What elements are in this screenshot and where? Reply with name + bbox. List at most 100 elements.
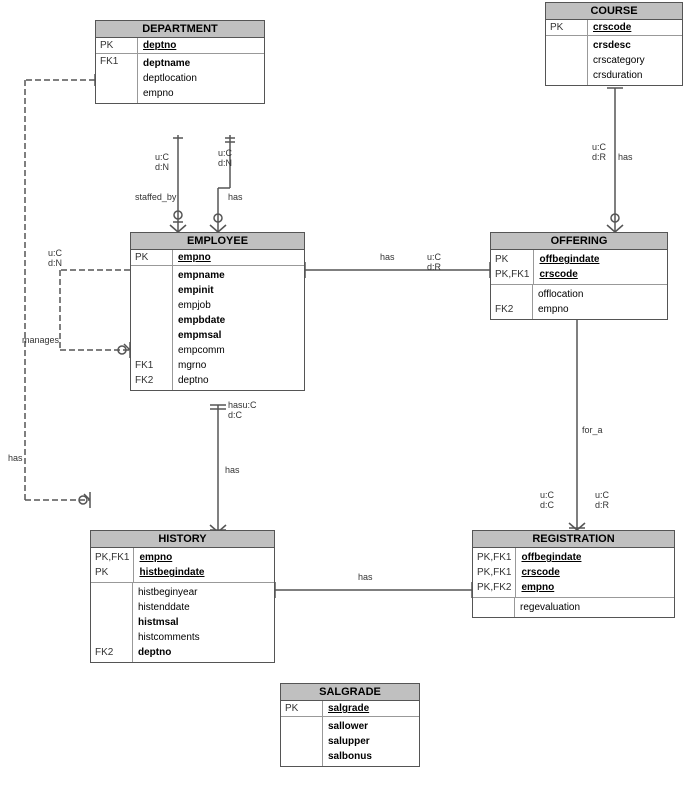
registration-title: REGISTRATION bbox=[473, 531, 674, 548]
hist-empty2 bbox=[95, 600, 128, 615]
er-diagram: DEPARTMENT PK deptno FK1 deptname deptlo… bbox=[0, 0, 690, 803]
reg-attr-crscode: crscode bbox=[521, 565, 581, 580]
employee-fk1-label bbox=[135, 268, 168, 283]
reg-pk-fk2-label: PK,FK2 bbox=[477, 580, 511, 595]
department-pk-label: PK bbox=[96, 38, 138, 53]
history-pk-attrs: empno histbegindate bbox=[134, 548, 209, 582]
course-pk-value: crscode bbox=[593, 22, 631, 33]
history-pk-labels: PK,FK1 PK bbox=[91, 548, 134, 582]
hist-attr-histbeginyear: histbeginyear bbox=[138, 585, 200, 600]
salgrade-pk-attr: salgrade bbox=[323, 701, 374, 716]
department-fk-label: FK1 bbox=[96, 54, 138, 103]
card-emp-off-left: u:Cd:R bbox=[427, 252, 441, 272]
off-pk-label1: PK bbox=[495, 252, 529, 267]
hist-pk-label: PK bbox=[95, 565, 129, 580]
course-entity: COURSE PK crscode crsdesc crscategory cr… bbox=[545, 2, 683, 86]
hist-attr-histenddate: histenddate bbox=[138, 600, 200, 615]
label-has-offering: has bbox=[380, 252, 395, 262]
department-attrs: deptname deptlocation empno bbox=[138, 54, 202, 103]
employee-title: EMPLOYEE bbox=[131, 233, 304, 250]
employee-fk1b-label bbox=[135, 283, 168, 298]
history-fk-label: FK2 bbox=[91, 583, 133, 662]
salgrade-pk-label: PK bbox=[281, 701, 323, 716]
course-attr-crsdesc: crsdesc bbox=[593, 38, 645, 53]
hist-empty3 bbox=[95, 615, 128, 630]
label-manages: manages bbox=[22, 335, 59, 345]
employee-pk-value: empno bbox=[178, 252, 211, 263]
course-pk-attr: crscode bbox=[588, 20, 636, 35]
dept-attr-deptname: deptname bbox=[143, 56, 197, 71]
employee-fk2-label: FK2 bbox=[135, 373, 168, 388]
off-fk2-label: FK2 bbox=[495, 302, 528, 317]
course-attrs: crsdesc crscategory crsduration bbox=[588, 36, 650, 85]
card-emp-hist: hasu:Cd:C bbox=[228, 400, 257, 420]
offering-pk-attrs: offbegindate crscode bbox=[534, 250, 604, 284]
department-entity: DEPARTMENT PK deptno FK1 deptname deptlo… bbox=[95, 20, 265, 104]
offering-title: OFFERING bbox=[491, 233, 667, 250]
emp-attr-mgrno: mgrno bbox=[178, 358, 225, 373]
sal-attr-sallower: sallower bbox=[328, 719, 372, 734]
card-dept-emp-left: u:Cd:N bbox=[155, 152, 169, 172]
reg-attr-offbegindate: offbegindate bbox=[521, 550, 581, 565]
card-course-off: u:Cd:R bbox=[592, 142, 606, 162]
card-off-reg-left: u:Cd:C bbox=[540, 490, 554, 510]
emp-attr-empmsal: empmsal bbox=[178, 328, 225, 343]
course-empty-label bbox=[546, 36, 588, 85]
emp-attr-empinit: empinit bbox=[178, 283, 225, 298]
card-off-reg-right: u:Cd:R bbox=[595, 490, 609, 510]
label-has-left: has bbox=[8, 453, 23, 463]
history-entity: HISTORY PK,FK1 PK empno histbegindate FK… bbox=[90, 530, 275, 663]
employee-fk1d-label bbox=[135, 313, 168, 328]
employee-fk1g-label: FK1 bbox=[135, 358, 168, 373]
course-pk-label: PK bbox=[546, 20, 588, 35]
off-attr-empno: empno bbox=[538, 302, 583, 317]
reg-pk-labels: PK,FK1 PK,FK1 PK,FK2 bbox=[473, 548, 516, 597]
employee-attrs: empname empinit empjob empbdate empmsal … bbox=[173, 266, 230, 390]
reg-pk-fk1-label1: PK,FK1 bbox=[477, 550, 511, 565]
label-has-hist: has bbox=[225, 465, 240, 475]
salgrade-attrs: sallower salupper salbonus bbox=[323, 717, 377, 766]
off-attr-offbegindate: offbegindate bbox=[539, 252, 599, 267]
card-dept-emp-right: u:Cd:N bbox=[218, 148, 232, 168]
employee-pk-attr: empno bbox=[173, 250, 216, 265]
employee-entity: EMPLOYEE PK empno FK1 FK2 empname empini… bbox=[130, 232, 305, 391]
label-has-reg: has bbox=[358, 572, 373, 582]
hist-attr-histbegindate: histbegindate bbox=[139, 565, 204, 580]
emp-attr-empcomm: empcomm bbox=[178, 343, 225, 358]
history-title: HISTORY bbox=[91, 531, 274, 548]
salgrade-empty-label bbox=[281, 717, 323, 766]
off-attr-crscode: crscode bbox=[539, 267, 599, 282]
hist-attr-histcomments: histcomments bbox=[138, 630, 200, 645]
employee-pk-label: PK bbox=[131, 250, 173, 265]
hist-pk-fk1-label: PK,FK1 bbox=[95, 550, 129, 565]
reg-empty-label bbox=[473, 598, 515, 617]
offering-fk-label: FK2 bbox=[491, 285, 533, 319]
reg-attr-regevaluation: regevaluation bbox=[520, 600, 580, 615]
reg-pk-fk1-label2: PK,FK1 bbox=[477, 565, 511, 580]
department-pk-value: deptno bbox=[143, 40, 176, 51]
emp-attr-empname: empname bbox=[178, 268, 225, 283]
emp-attr-empbdate: empbdate bbox=[178, 313, 225, 328]
hist-fk2-label: FK2 bbox=[95, 645, 128, 660]
off-pk-label2: PK,FK1 bbox=[495, 267, 529, 282]
label-for-a: for_a bbox=[582, 425, 603, 435]
hist-attr-empno: empno bbox=[139, 550, 204, 565]
offering-pk-labels: PK PK,FK1 bbox=[491, 250, 534, 284]
department-pk-attr: deptno bbox=[138, 38, 181, 53]
registration-entity: REGISTRATION PK,FK1 PK,FK1 PK,FK2 offbeg… bbox=[472, 530, 675, 618]
card-emp-manages: u:Cd:N bbox=[48, 248, 62, 268]
course-attr-crsduration: crsduration bbox=[593, 68, 645, 83]
reg-attr-empno: empno bbox=[521, 580, 581, 595]
department-title: DEPARTMENT bbox=[96, 21, 264, 38]
employee-fk1f-label bbox=[135, 343, 168, 358]
reg-attrs: regevaluation bbox=[515, 598, 585, 617]
label-has-dept: has bbox=[228, 192, 243, 202]
course-title: COURSE bbox=[546, 3, 682, 20]
emp-attr-deptno: deptno bbox=[178, 373, 225, 388]
label-has-course: has bbox=[618, 152, 633, 162]
employee-fk1e-label bbox=[135, 328, 168, 343]
offering-entity: OFFERING PK PK,FK1 offbegindate crscode … bbox=[490, 232, 668, 320]
employee-fk1c-label bbox=[135, 298, 168, 313]
history-attrs: histbeginyear histenddate histmsal histc… bbox=[133, 583, 205, 662]
salgrade-entity: SALGRADE PK salgrade sallower salupper s… bbox=[280, 683, 420, 767]
